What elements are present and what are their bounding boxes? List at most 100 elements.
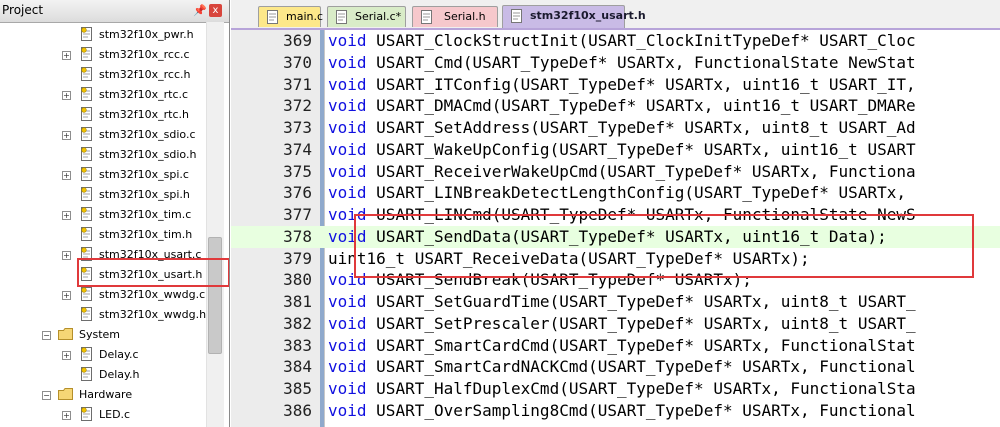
- scrollbar-thumb[interactable]: [208, 237, 222, 354]
- tab-label: Serial.h: [444, 10, 486, 23]
- line-number: 369: [283, 31, 312, 50]
- code-statement: USART_HalfDuplexCmd(USART_TypeDef* USART…: [376, 379, 916, 398]
- tree-item-label: Delay.c: [99, 348, 139, 361]
- tree-item-file[interactable]: + stm32f10x_spi.c: [0, 165, 206, 185]
- tree-item-file[interactable]: + stm32f10x_rtc.c: [0, 85, 206, 105]
- code-text: void USART_SmartCardCmd(USART_TypeDef* U…: [328, 336, 916, 355]
- tree-item-file[interactable]: + stm32f10x_sdio.c: [0, 125, 206, 145]
- pin-icon[interactable]: 📌: [193, 4, 207, 17]
- code-text: void USART_ITConfig(USART_TypeDef* USART…: [328, 75, 916, 94]
- tree-item-file[interactable]: stm32f10x_sdio.h: [0, 145, 206, 165]
- code-text: void USART_SmartCardNACKCmd(USART_TypeDe…: [328, 357, 916, 376]
- code-statement: USART_SetPrescaler(USART_TypeDef* USARTx…: [376, 313, 916, 333]
- tree-item-label: Hardware: [79, 388, 133, 401]
- code-text: void USART_WakeUpConfig(USART_TypeDef* U…: [328, 140, 916, 159]
- tree-item-label: stm32f10x_sdio.c: [99, 128, 196, 141]
- tree-expand-toggle[interactable]: −: [42, 331, 51, 340]
- code-statement: USART_ClockStructInit(USART_ClockInitTyp…: [376, 31, 916, 50]
- code-text: void USART_SetAddress(USART_TypeDef* USA…: [328, 118, 916, 137]
- code-text: void USART_ClockStructInit(USART_ClockIn…: [328, 31, 916, 50]
- keyword-void: void: [328, 161, 367, 181]
- line-number: 374: [283, 139, 312, 159]
- tree-item-folder-system[interactable]: − System: [0, 325, 206, 345]
- tree-item-label: Delay.h: [99, 368, 140, 381]
- tree-item-file[interactable]: stm32f10x_rcc.h: [0, 65, 206, 85]
- tree-item-file[interactable]: stm32f10x_rtc.h: [0, 105, 206, 125]
- file-icon: [81, 107, 92, 121]
- scrollbar-track[interactable]: [206, 22, 224, 427]
- close-icon[interactable]: x: [209, 4, 222, 17]
- keyword-void: void: [328, 74, 367, 94]
- keyword-void: void: [328, 183, 367, 203]
- code-line[interactable]: 376 void USART_LINBreakDetectLengthConfig…: [231, 182, 1000, 204]
- code-line[interactable]: 370 void USART_Cmd(USART_TypeDef* USARTx,…: [231, 52, 1000, 74]
- tree-item-file[interactable]: + LED.c: [0, 405, 206, 425]
- code-line[interactable]: 384 void USART_SmartCardNACKCmd(USART_Typ…: [231, 356, 1000, 378]
- code-line[interactable]: 385 void USART_HalfDuplexCmd(USART_TypeDe…: [231, 378, 1000, 400]
- code-line[interactable]: 386 void USART_OverSampling8Cmd(USART_Typ…: [231, 400, 1000, 422]
- tree-expand-toggle[interactable]: +: [62, 171, 71, 180]
- tab-serial-c[interactable]: Serial.c*: [327, 6, 406, 27]
- tree-item-file[interactable]: stm32f10x_wwdg.h: [0, 305, 206, 325]
- tree-item-file[interactable]: + stm32f10x_rcc.c: [0, 45, 206, 65]
- tree-item-file[interactable]: stm32f10x_spi.h: [0, 185, 206, 205]
- tree-item-label: stm32f10x_spi.c: [99, 168, 189, 181]
- tree-expand-toggle[interactable]: +: [62, 251, 71, 260]
- code-text: void USART_OverSampling8Cmd(USART_TypeDe…: [328, 401, 916, 420]
- line-number: 371: [283, 74, 312, 94]
- code-line[interactable]: 369 void USART_ClockStructInit(USART_Cloc…: [231, 30, 1000, 52]
- tree-item-file[interactable]: stm32f10x_pwr.h: [0, 25, 206, 45]
- tree-item-file[interactable]: + stm32f10x_tim.c: [0, 205, 206, 225]
- keyword-void: void: [328, 118, 367, 137]
- tree-expand-toggle[interactable]: +: [62, 211, 71, 220]
- code-line[interactable]: 373 void USART_SetAddress(USART_TypeDef* …: [231, 117, 1000, 139]
- tab-serial-h[interactable]: Serial.h: [412, 6, 498, 27]
- line-number: 373: [283, 118, 312, 137]
- tree-expand-toggle[interactable]: +: [62, 291, 71, 300]
- code-line[interactable]: 372 void USART_DMACmd(USART_TypeDef* USAR…: [231, 95, 1000, 117]
- tree-item-file[interactable]: + Delay.c: [0, 345, 206, 365]
- tree-expand-toggle[interactable]: +: [62, 51, 71, 60]
- highlight-box-code: [354, 214, 974, 278]
- keyword-void: void: [328, 31, 367, 50]
- code-line[interactable]: 381 void USART_SetGuardTime(USART_TypeDef…: [231, 291, 1000, 313]
- tree-item-label: stm32f10x_wwdg.h: [99, 308, 207, 321]
- tab-stm32f10x-usart-h[interactable]: stm32f10x_usart.h: [502, 5, 646, 28]
- line-number: 383: [283, 335, 312, 355]
- code-text: void USART_LINBreakDetectLengthConfig(US…: [328, 183, 906, 202]
- code-statement: USART_SetAddress(USART_TypeDef* USARTx, …: [376, 118, 916, 137]
- tree-item-folder-hardware[interactable]: − Hardware: [0, 385, 206, 405]
- file-icon: [81, 207, 92, 221]
- line-number: 382: [283, 313, 312, 333]
- code-line[interactable]: 382 void USART_SetPrescaler(USART_TypeDef…: [231, 313, 1000, 335]
- tree-item-label: stm32f10x_rtc.h: [99, 108, 189, 121]
- h-file-icon: [421, 10, 432, 24]
- tree-item-file[interactable]: stm32f10x_tim.h: [0, 225, 206, 245]
- line-number: 370: [283, 52, 312, 72]
- tree-expand-toggle[interactable]: +: [62, 91, 71, 100]
- c-file-icon: [267, 10, 278, 24]
- code-statement: USART_DMACmd(USART_TypeDef* USARTx, uint…: [376, 96, 916, 116]
- line-number: 378: [283, 226, 312, 246]
- tree-item-file[interactable]: + stm32f10x_wwdg.c: [0, 285, 206, 305]
- code-statement: USART_SmartCardNACKCmd(USART_TypeDef* US…: [376, 357, 916, 377]
- code-text: void USART_SetGuardTime(USART_TypeDef* U…: [328, 292, 916, 311]
- tree-expand-toggle[interactable]: −: [42, 391, 51, 400]
- line-number: 380: [283, 270, 312, 290]
- code-line[interactable]: 383 void USART_SmartCardCmd(USART_TypeDef…: [231, 335, 1000, 357]
- tree-expand-toggle[interactable]: +: [62, 351, 71, 360]
- file-icon: [81, 227, 92, 241]
- code-text: void USART_SetPrescaler(USART_TypeDef* U…: [328, 314, 916, 333]
- project-panel: Project 📌 x stm32f10x_pwr.h + stm32f10x_rc…: [0, 0, 230, 427]
- tree-item-file[interactable]: Delay.h: [0, 365, 206, 385]
- code-line[interactable]: 375 void USART_ReceiverWakeUpCmd(USART_Ty…: [231, 161, 1000, 183]
- code-statement: USART_ITConfig(USART_TypeDef* USARTx, ui…: [376, 74, 916, 94]
- tree-expand-toggle[interactable]: +: [62, 411, 71, 420]
- folder-icon: [58, 388, 73, 400]
- tree-expand-toggle[interactable]: +: [62, 131, 71, 140]
- code-text: void USART_DMACmd(USART_TypeDef* USARTx,…: [328, 96, 916, 115]
- tab-main-c[interactable]: main.c: [258, 6, 323, 27]
- line-number: 379: [283, 248, 312, 268]
- code-line[interactable]: 371 void USART_ITConfig(USART_TypeDef* US…: [231, 74, 1000, 96]
- code-line[interactable]: 374 void USART_WakeUpConfig(USART_TypeDef…: [231, 139, 1000, 161]
